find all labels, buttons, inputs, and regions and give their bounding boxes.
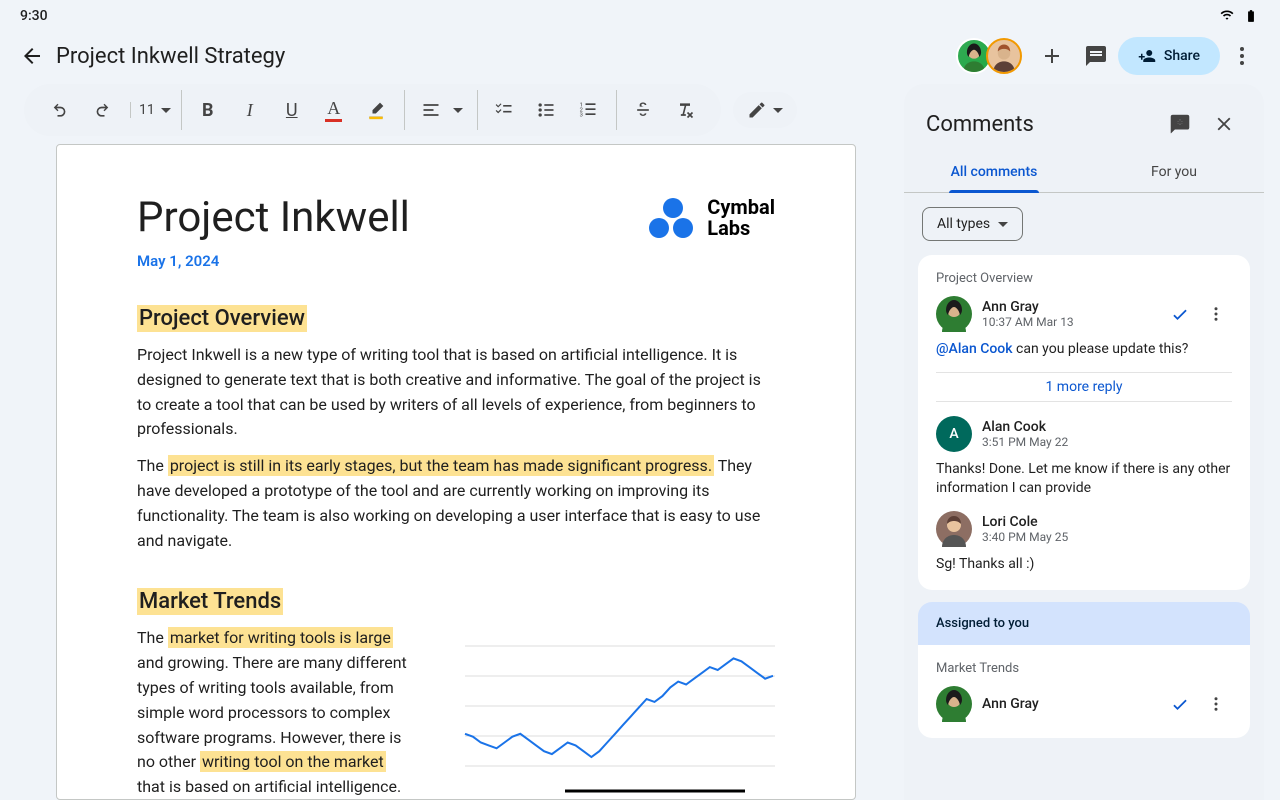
font-size-value[interactable]: 11 — [139, 102, 155, 118]
add-collaborator-button[interactable] — [1030, 34, 1074, 78]
new-comment-button[interactable] — [1158, 102, 1202, 146]
open-comments-button[interactable] — [1074, 34, 1118, 78]
font-size-dropdown[interactable] — [161, 108, 171, 113]
wifi-icon — [1218, 9, 1236, 23]
comment-author: Lori Cole — [982, 514, 1232, 530]
market-trends-chart — [435, 626, 775, 796]
italic-button[interactable]: I — [230, 90, 270, 130]
comment-time: 3:40 PM May 25 — [982, 530, 1232, 544]
strikethrough-button[interactable] — [623, 90, 663, 130]
text-color-button[interactable]: A — [314, 90, 354, 130]
overview-heading: Project Overview — [137, 305, 307, 332]
market-paragraph: The market for writing tools is large an… — [137, 626, 407, 800]
comment-body: @Alan Cook can you please update this? — [936, 340, 1232, 360]
svg-text:3: 3 — [579, 113, 582, 119]
align-button[interactable] — [411, 90, 451, 130]
bold-button[interactable]: B — [188, 90, 228, 130]
page-title: Project Inkwell — [137, 193, 410, 242]
comment-avatar: A — [936, 416, 972, 452]
numbered-list-button[interactable]: 123 — [568, 90, 608, 130]
tab-for-you[interactable]: For you — [1084, 152, 1264, 192]
back-button[interactable] — [8, 32, 56, 80]
comment-body: Thanks! Done. Let me know if there is an… — [936, 460, 1232, 499]
filter-all-types[interactable]: All types — [922, 207, 1023, 241]
resolve-comment-button[interactable] — [1164, 688, 1196, 720]
assigned-to-you-banner: Assigned to you — [918, 602, 1250, 645]
align-dropdown[interactable] — [453, 108, 469, 113]
redo-button[interactable] — [82, 90, 122, 130]
clear-formatting-button[interactable] — [665, 90, 705, 130]
comments-title: Comments — [926, 112, 1158, 137]
comment-more-button[interactable] — [1200, 688, 1232, 720]
thread-context: Project Overview — [936, 271, 1232, 286]
edit-icon — [747, 100, 767, 120]
comment-avatar — [936, 511, 972, 547]
thread-context: Market Trends — [936, 661, 1232, 676]
editing-mode-button[interactable] — [733, 92, 797, 128]
page-date: May 1, 2024 — [137, 252, 410, 270]
comment-thread[interactable]: Project Overview Ann Gray 10:37 AM Mar 1… — [918, 255, 1250, 590]
bulleted-list-button[interactable] — [526, 90, 566, 130]
chevron-down-icon — [773, 108, 783, 113]
market-heading: Market Trends — [137, 588, 283, 615]
chevron-down-icon — [998, 222, 1008, 227]
comment-author: Ann Gray — [982, 696, 1154, 712]
tab-all-comments[interactable]: All comments — [904, 152, 1084, 192]
underline-button[interactable]: U — [272, 90, 312, 130]
overview-paragraph-2: The project is still in its early stages… — [137, 454, 775, 553]
comment-time: 10:37 AM Mar 13 — [982, 315, 1154, 329]
comment-avatar — [936, 296, 972, 332]
undo-button[interactable] — [40, 90, 80, 130]
document-title[interactable]: Project Inkwell Strategy — [56, 44, 285, 69]
share-label: Share — [1164, 48, 1200, 64]
checklist-button[interactable] — [484, 90, 524, 130]
battery-icon — [1242, 9, 1260, 23]
comments-panel: Comments All comments For you All types … — [904, 84, 1264, 800]
document-page[interactable]: Project Inkwell May 1, 2024 CymbalLabs P… — [56, 144, 856, 800]
comment-body: Sg! Thanks all :) — [936, 555, 1232, 575]
expand-replies-button[interactable]: 1 more reply — [936, 372, 1232, 402]
overview-paragraph-1: Project Inkwell is a new type of writing… — [137, 343, 775, 442]
close-comments-button[interactable] — [1202, 102, 1246, 146]
formatting-toolbar: 11 B I U A 123 — [24, 84, 721, 136]
comment-author: Ann Gray — [982, 299, 1154, 315]
comment-thread[interactable]: Market Trends Ann Gray — [918, 645, 1250, 738]
resolve-comment-button[interactable] — [1164, 298, 1196, 330]
more-menu-button[interactable] — [1220, 34, 1264, 78]
company-logo: CymbalLabs — [649, 193, 775, 239]
comment-more-button[interactable] — [1200, 298, 1232, 330]
share-button[interactable]: Share — [1118, 37, 1220, 75]
person-add-icon — [1138, 47, 1156, 65]
comment-author: Alan Cook — [982, 419, 1232, 435]
highlight-color-button[interactable] — [356, 90, 396, 130]
collaborator-avatar-alan[interactable] — [986, 38, 1022, 74]
status-time: 9:30 — [20, 8, 48, 24]
comment-avatar — [936, 686, 972, 722]
comment-time: 3:51 PM May 22 — [982, 435, 1232, 449]
